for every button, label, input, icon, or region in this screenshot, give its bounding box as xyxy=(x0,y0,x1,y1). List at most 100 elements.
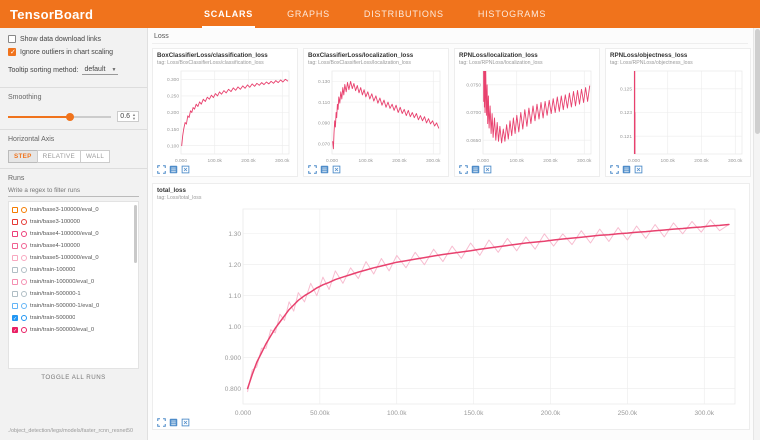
run-item[interactable]: train/base3-100000/eval_0 xyxy=(9,204,138,216)
toggle-all-runs-button[interactable]: TOGGLE ALL RUNS xyxy=(8,369,139,384)
run-checkbox[interactable] xyxy=(12,207,18,213)
svg-text:0.250: 0.250 xyxy=(167,94,179,100)
slider-thumb[interactable] xyxy=(66,113,74,121)
small-charts-row: BoxClassifierLoss/classification_loss ta… xyxy=(152,48,748,177)
app-title: TensorBoard xyxy=(10,7,160,22)
svg-text:0.070: 0.070 xyxy=(318,141,330,147)
svg-text:0.110: 0.110 xyxy=(318,100,330,106)
checkbox-icon[interactable] xyxy=(8,48,16,56)
axis-relative-button[interactable]: RELATIVE xyxy=(37,150,81,163)
run-color-swatch xyxy=(21,207,27,213)
sidebar: Show data download links Ignore outliers… xyxy=(0,28,148,440)
line-chart[interactable]: 0.00050.00k100.0k150.0k200.0k250.0k300.0… xyxy=(157,203,745,417)
svg-text:1.30: 1.30 xyxy=(228,231,241,238)
run-item[interactable]: train/base5-100000/eval_0 xyxy=(9,252,138,264)
chart-card-objectness-loss: RPNLoss/objectness_loss tag: Loss/RPNLos… xyxy=(605,48,751,177)
run-item[interactable]: train/base4-100000/eval_0 xyxy=(9,228,138,240)
expand-chart-icon[interactable] xyxy=(459,165,468,174)
svg-text:300.0k: 300.0k xyxy=(694,410,714,417)
run-checkbox[interactable]: ✓ xyxy=(12,315,18,321)
runs-filter xyxy=(8,186,139,197)
run-item[interactable]: train/base4-100000 xyxy=(9,240,138,252)
svg-text:0.900: 0.900 xyxy=(225,355,242,362)
run-checkbox[interactable] xyxy=(12,279,18,285)
chart-title: BoxClassifierLoss/localization_loss xyxy=(308,52,444,59)
toggle-y-axis-icon[interactable] xyxy=(169,418,178,427)
divider xyxy=(0,87,147,88)
run-checkbox[interactable] xyxy=(12,255,18,261)
scrollbar-thumb[interactable] xyxy=(755,29,760,134)
run-checkbox[interactable] xyxy=(12,267,18,273)
chart-tag: tag: Loss/BoxClassifierLoss/localization… xyxy=(308,60,444,66)
svg-text:150.0k: 150.0k xyxy=(464,410,484,417)
run-item[interactable]: train/train-100000/eval_0 xyxy=(9,276,138,288)
run-checkbox[interactable] xyxy=(12,243,18,249)
chart-toolbar xyxy=(610,165,746,174)
expand-chart-icon[interactable] xyxy=(308,165,317,174)
run-checkbox[interactable] xyxy=(12,303,18,309)
svg-text:0.000: 0.000 xyxy=(175,158,187,164)
tooltip-sorting-select[interactable]: default ▼ xyxy=(82,66,118,75)
svg-text:200.0k: 200.0k xyxy=(543,158,558,164)
run-checkbox[interactable] xyxy=(12,231,18,237)
fit-domain-icon[interactable] xyxy=(483,165,492,174)
line-chart[interactable]: 0.000100.0k200.0k300.0k0.06500.07000.075… xyxy=(459,68,595,164)
chart-card-box-localization-loss: BoxClassifierLoss/localization_loss tag:… xyxy=(303,48,449,177)
tab-histograms[interactable]: HISTOGRAMS xyxy=(476,0,548,28)
checkbox-label: Show data download links xyxy=(20,36,101,43)
svg-text:0.0750: 0.0750 xyxy=(466,83,481,89)
smoothing-slider[interactable] xyxy=(8,116,111,118)
run-item[interactable]: train/train-500000-1/eval_0 xyxy=(9,300,138,312)
runs-filter-input[interactable] xyxy=(8,186,139,197)
fit-domain-icon[interactable] xyxy=(181,418,190,427)
svg-text:200.0k: 200.0k xyxy=(694,158,709,164)
checkbox-icon[interactable] xyxy=(8,35,16,43)
runs-scrollbar[interactable] xyxy=(134,205,137,263)
page-scrollbar[interactable] xyxy=(753,28,760,440)
line-chart[interactable]: 0.000100.0k200.0k300.0k0.1210.1230.125 xyxy=(610,68,746,164)
svg-text:0.130: 0.130 xyxy=(318,79,330,85)
tab-scalars[interactable]: SCALARS xyxy=(202,0,255,28)
smoothing-value-box[interactable]: 0.6 ▲▼ xyxy=(117,111,139,122)
tensorboard-app: TensorBoard SCALARS GRAPHS DISTRIBUTIONS… xyxy=(0,0,760,440)
category-header-loss[interactable]: Loss xyxy=(152,30,748,44)
line-chart[interactable]: 0.000100.0k200.0k300.0k0.1000.1500.2000.… xyxy=(157,68,293,164)
fit-domain-icon[interactable] xyxy=(332,165,341,174)
expand-chart-icon[interactable] xyxy=(610,165,619,174)
show-download-links-checkbox[interactable]: Show data download links xyxy=(8,35,139,43)
chart-toolbar xyxy=(157,418,745,427)
tab-graphs[interactable]: GRAPHS xyxy=(285,0,332,28)
fit-domain-icon[interactable] xyxy=(181,165,190,174)
expand-chart-icon[interactable] xyxy=(157,418,166,427)
run-item[interactable]: train/train-500000-1 xyxy=(9,288,138,300)
toggle-y-axis-icon[interactable] xyxy=(622,165,631,174)
toggle-y-axis-icon[interactable] xyxy=(169,165,178,174)
run-color-swatch xyxy=(21,315,27,321)
run-checkbox[interactable] xyxy=(12,291,18,297)
runs-list: train/base3-100000/eval_0 train/base3-10… xyxy=(8,201,139,369)
ignore-outliers-checkbox[interactable]: Ignore outliers in chart scaling xyxy=(8,48,139,56)
expand-chart-icon[interactable] xyxy=(157,165,166,174)
run-item[interactable]: train/base3-100000 xyxy=(9,216,138,228)
stepper-icon[interactable]: ▲▼ xyxy=(132,113,136,120)
svg-text:0.800: 0.800 xyxy=(225,386,242,393)
line-chart[interactable]: 0.000100.0k200.0k300.0k0.0700.0900.1100.… xyxy=(308,68,444,164)
run-checkbox[interactable]: ✓ xyxy=(12,327,18,333)
axis-wall-button[interactable]: WALL xyxy=(80,150,110,163)
run-item[interactable]: train/train-100000 xyxy=(9,264,138,276)
toggle-y-axis-icon[interactable] xyxy=(320,165,329,174)
run-checkbox[interactable] xyxy=(12,219,18,225)
run-item[interactable]: ✓ train/train-500000/eval_0 xyxy=(9,324,138,336)
svg-text:100.0k: 100.0k xyxy=(387,410,407,417)
axis-step-button[interactable]: STEP xyxy=(8,150,38,163)
tab-distributions[interactable]: DISTRIBUTIONS xyxy=(362,0,446,28)
svg-text:0.150: 0.150 xyxy=(167,127,179,133)
fit-domain-icon[interactable] xyxy=(634,165,643,174)
logdir-path: ./object_detection/legs/models/faster_rc… xyxy=(8,428,139,436)
run-item[interactable]: ✓ train/train-500000 xyxy=(9,312,138,324)
svg-text:0.000: 0.000 xyxy=(326,158,338,164)
svg-text:0.123: 0.123 xyxy=(620,110,632,116)
toggle-y-axis-icon[interactable] xyxy=(471,165,480,174)
svg-text:1.10: 1.10 xyxy=(228,293,241,300)
chart-toolbar xyxy=(157,165,293,174)
